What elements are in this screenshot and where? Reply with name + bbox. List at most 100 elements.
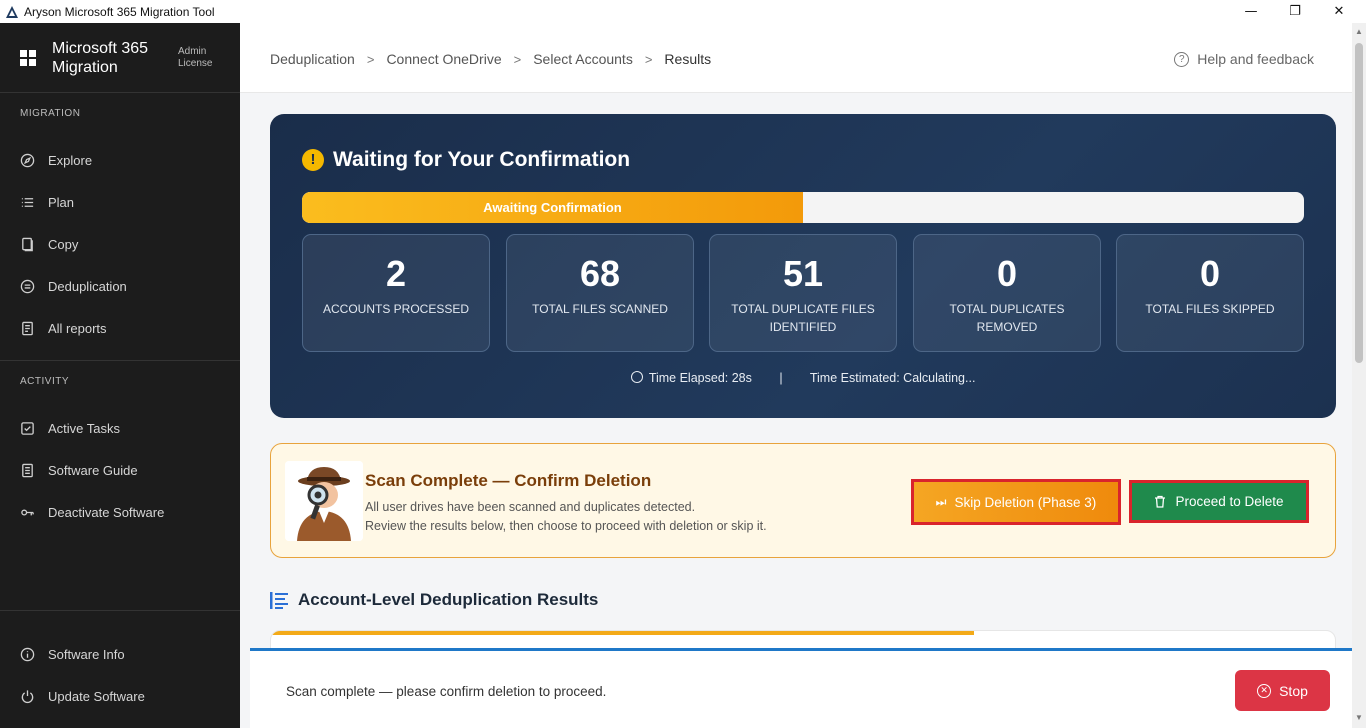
help-label: Help and feedback xyxy=(1197,51,1314,67)
stat-value: 68 xyxy=(579,253,621,294)
scroll-up-icon[interactable]: ▲ xyxy=(1354,27,1364,36)
breadcrumb-connect-onedrive[interactable]: Connect OneDrive xyxy=(386,51,501,67)
timing-separator: | xyxy=(779,371,783,385)
fast-forward-icon: ⏭ xyxy=(935,494,947,509)
stat-card-accounts-processed: 2 ACCOUNTS PROCESSED xyxy=(302,234,490,352)
sidebar-item-copy[interactable]: Copy xyxy=(0,229,240,259)
detective-icon xyxy=(285,461,363,541)
brand-name: Microsoft 365 Migration xyxy=(52,39,149,76)
sidebar-item-software-info[interactable]: Software Info xyxy=(0,639,240,669)
info-icon xyxy=(20,647,35,661)
confirm-line-2: Review the results below, then choose to… xyxy=(365,519,767,533)
list-lines-icon xyxy=(270,591,288,609)
confirm-line-1: All user drives have been scanned and du… xyxy=(365,500,696,514)
time-estimated: Time Estimated: Calculating... xyxy=(809,371,976,385)
app-logo-icon xyxy=(6,5,18,18)
sidebar-item-deduplication[interactable]: Deduplication xyxy=(0,271,240,301)
stat-value: 0 xyxy=(1199,253,1221,294)
breadcrumb-deduplication[interactable]: Deduplication xyxy=(270,51,355,67)
skip-deletion-button[interactable]: ⏭ Skip Deletion (Phase 3) xyxy=(911,479,1121,525)
sidebar-item-active-tasks[interactable]: Active Tasks xyxy=(0,413,240,443)
report-icon xyxy=(22,321,33,335)
sidebar-item-label: Update Software xyxy=(48,688,145,704)
section-label-migration: MIGRATION xyxy=(20,108,81,119)
stat-value: 2 xyxy=(385,253,407,294)
sidebar-item-update-software[interactable]: Update Software xyxy=(0,681,240,711)
question-circle-icon: ? xyxy=(1174,51,1190,67)
proceed-to-delete-label: Proceed to Delete xyxy=(1175,494,1284,509)
minimize-button[interactable]: — xyxy=(1228,0,1274,23)
checkbox-icon xyxy=(21,421,34,435)
progress-label: Awaiting Confirmation xyxy=(483,200,622,215)
sidebar-divider xyxy=(0,360,240,361)
chevron-right-icon: > xyxy=(513,51,522,67)
header: Deduplication > Connect OneDrive > Selec… xyxy=(240,23,1352,93)
footer-bar: Scan complete — please confirm deletion … xyxy=(250,648,1352,728)
chevron-right-icon: > xyxy=(644,51,653,67)
exclamation-icon: ! xyxy=(302,149,324,171)
stat-card-total-files-skipped: 0 TOTAL FILES SKIPPED xyxy=(1116,234,1304,352)
sidebar-item-label: Deduplication xyxy=(48,278,127,294)
stat-card-total-duplicates-removed: 0 TOTAL DUPLICATES REMOVED xyxy=(913,234,1101,352)
copy-icon xyxy=(22,237,33,251)
breadcrumb: Deduplication > Connect OneDrive > Selec… xyxy=(270,51,711,67)
trash-icon xyxy=(1155,495,1166,508)
sidebar: Microsoft 365 Migration Admin License MI… xyxy=(0,23,240,728)
sidebar-item-all-reports[interactable]: All reports xyxy=(0,313,240,343)
section-label-activity: ACTIVITY xyxy=(20,376,70,387)
chevron-right-icon: > xyxy=(366,51,375,67)
scroll-down-icon[interactable]: ▼ xyxy=(1354,713,1364,722)
stat-label: TOTAL FILES SCANNED xyxy=(532,302,668,316)
license-badge: Admin License xyxy=(178,45,213,69)
scrollbar-thumb[interactable] xyxy=(1355,43,1363,363)
status-title-text: Waiting for Your Confirmation xyxy=(333,148,631,171)
list-icon xyxy=(21,197,34,207)
sidebar-item-label: Active Tasks xyxy=(48,420,121,436)
timing-info: Time Elapsed: 28s | Time Estimated: Calc… xyxy=(270,371,1336,385)
stat-label: ACCOUNTS PROCESSED xyxy=(322,302,470,316)
sidebar-item-label: Copy xyxy=(48,236,79,252)
sidebar-item-plan[interactable]: Plan xyxy=(0,187,240,217)
proceed-to-delete-button[interactable]: Proceed to Delete xyxy=(1129,480,1309,523)
breadcrumb-results: Results xyxy=(664,51,712,67)
brand: Microsoft 365 Migration Admin License xyxy=(0,23,240,93)
confirm-deletion-banner: Scan Complete — Confirm Deletion All use… xyxy=(270,443,1336,558)
progress-bar: Awaiting Confirmation xyxy=(302,192,1304,223)
sidebar-item-explore[interactable]: Explore xyxy=(0,145,240,175)
skip-deletion-label: Skip Deletion (Phase 3) xyxy=(954,494,1097,510)
compass-icon xyxy=(20,153,35,167)
sidebar-item-label: All reports xyxy=(48,320,107,336)
confirm-title: Scan Complete — Confirm Deletion xyxy=(365,471,652,490)
document-icon xyxy=(22,463,33,477)
results-heading: Account-Level Deduplication Results xyxy=(270,590,598,610)
sidebar-item-software-guide[interactable]: Software Guide xyxy=(0,455,240,485)
stat-label: TOTAL DUPLICATES REMOVED xyxy=(949,302,1065,334)
stat-value: 0 xyxy=(996,253,1018,294)
sidebar-item-label: Deactivate Software xyxy=(48,504,165,520)
status-card: ! Waiting for Your Confirmation Awaiting… xyxy=(270,114,1336,418)
windows-logo-icon xyxy=(20,49,36,66)
stat-card-total-duplicate-files: 51 TOTAL DUPLICATE FILES IDENTIFIED xyxy=(709,234,897,352)
progress-fill: Awaiting Confirmation xyxy=(302,192,803,223)
stop-label: Stop xyxy=(1279,682,1308,699)
maximize-button[interactable]: ❐ xyxy=(1272,0,1318,23)
stop-button[interactable]: ✕ Stop xyxy=(1235,670,1330,711)
window-title: Aryson Microsoft 365 Migration Tool xyxy=(24,4,215,19)
stat-value: 51 xyxy=(782,253,824,294)
stat-label: TOTAL DUPLICATE FILES IDENTIFIED xyxy=(731,302,875,334)
help-and-feedback-link[interactable]: ? Help and feedback xyxy=(1174,51,1314,67)
sidebar-item-label: Software Guide xyxy=(48,462,138,478)
stat-label: TOTAL FILES SKIPPED xyxy=(1145,302,1275,316)
sidebar-item-deactivate-software[interactable]: Deactivate Software xyxy=(0,497,240,527)
close-button[interactable]: ✕ xyxy=(1316,0,1362,23)
status-title: ! Waiting for Your Confirmation xyxy=(302,148,630,172)
sidebar-item-label: Explore xyxy=(48,152,93,168)
sidebar-divider xyxy=(0,610,240,611)
dedup-icon xyxy=(20,279,35,293)
scrollbar[interactable]: ▲ ▼ xyxy=(1352,23,1366,728)
results-table xyxy=(270,630,1336,650)
title-bar: Aryson Microsoft 365 Migration Tool — ❐ … xyxy=(0,0,1366,23)
sidebar-item-label: Software Info xyxy=(48,646,125,662)
breadcrumb-select-accounts[interactable]: Select Accounts xyxy=(533,51,633,67)
sidebar-item-label: Plan xyxy=(48,194,75,210)
